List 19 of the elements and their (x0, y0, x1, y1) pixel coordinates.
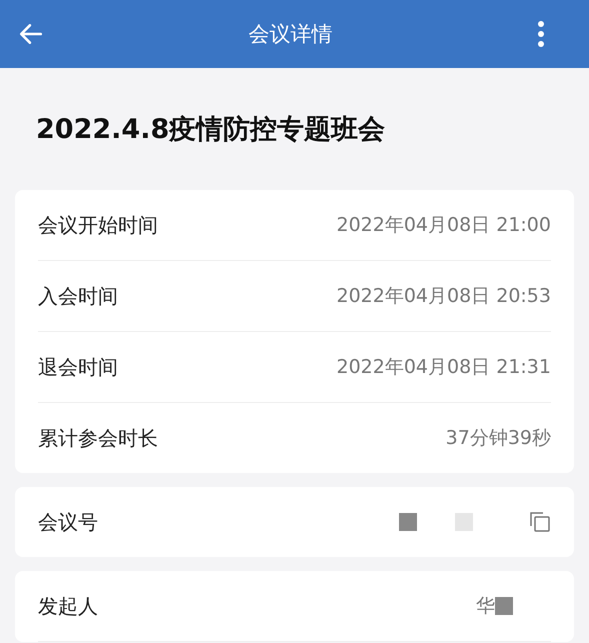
redaction-block (455, 513, 473, 531)
row-label: 退会时间 (38, 354, 118, 380)
row-label: 发起人 (38, 592, 98, 620)
row-value: 2022年04月08日 21:31 (336, 355, 551, 380)
row-value: 2022年04月08日 21:00 (336, 213, 551, 238)
screen-title: 会议详情 (248, 21, 334, 48)
redaction-block (495, 597, 513, 615)
copy-icon[interactable] (529, 511, 551, 533)
row-value: 2022年04月08日 20:53 (336, 284, 551, 309)
back-arrow-icon[interactable] (18, 21, 44, 47)
row-label: 入会时间 (38, 282, 118, 310)
row-label: 会议开始时间 (38, 212, 158, 238)
row-value: 37分钟39秒 (446, 426, 551, 451)
meeting-title: 2022.4.8疫情防控专题班会 (36, 113, 386, 147)
row-label: 累计参会时长 (38, 424, 158, 452)
redaction-block (399, 513, 417, 531)
more-options-icon[interactable] (537, 20, 545, 48)
row-label: 会议号 (38, 508, 98, 536)
row-value: 华 (476, 594, 495, 619)
